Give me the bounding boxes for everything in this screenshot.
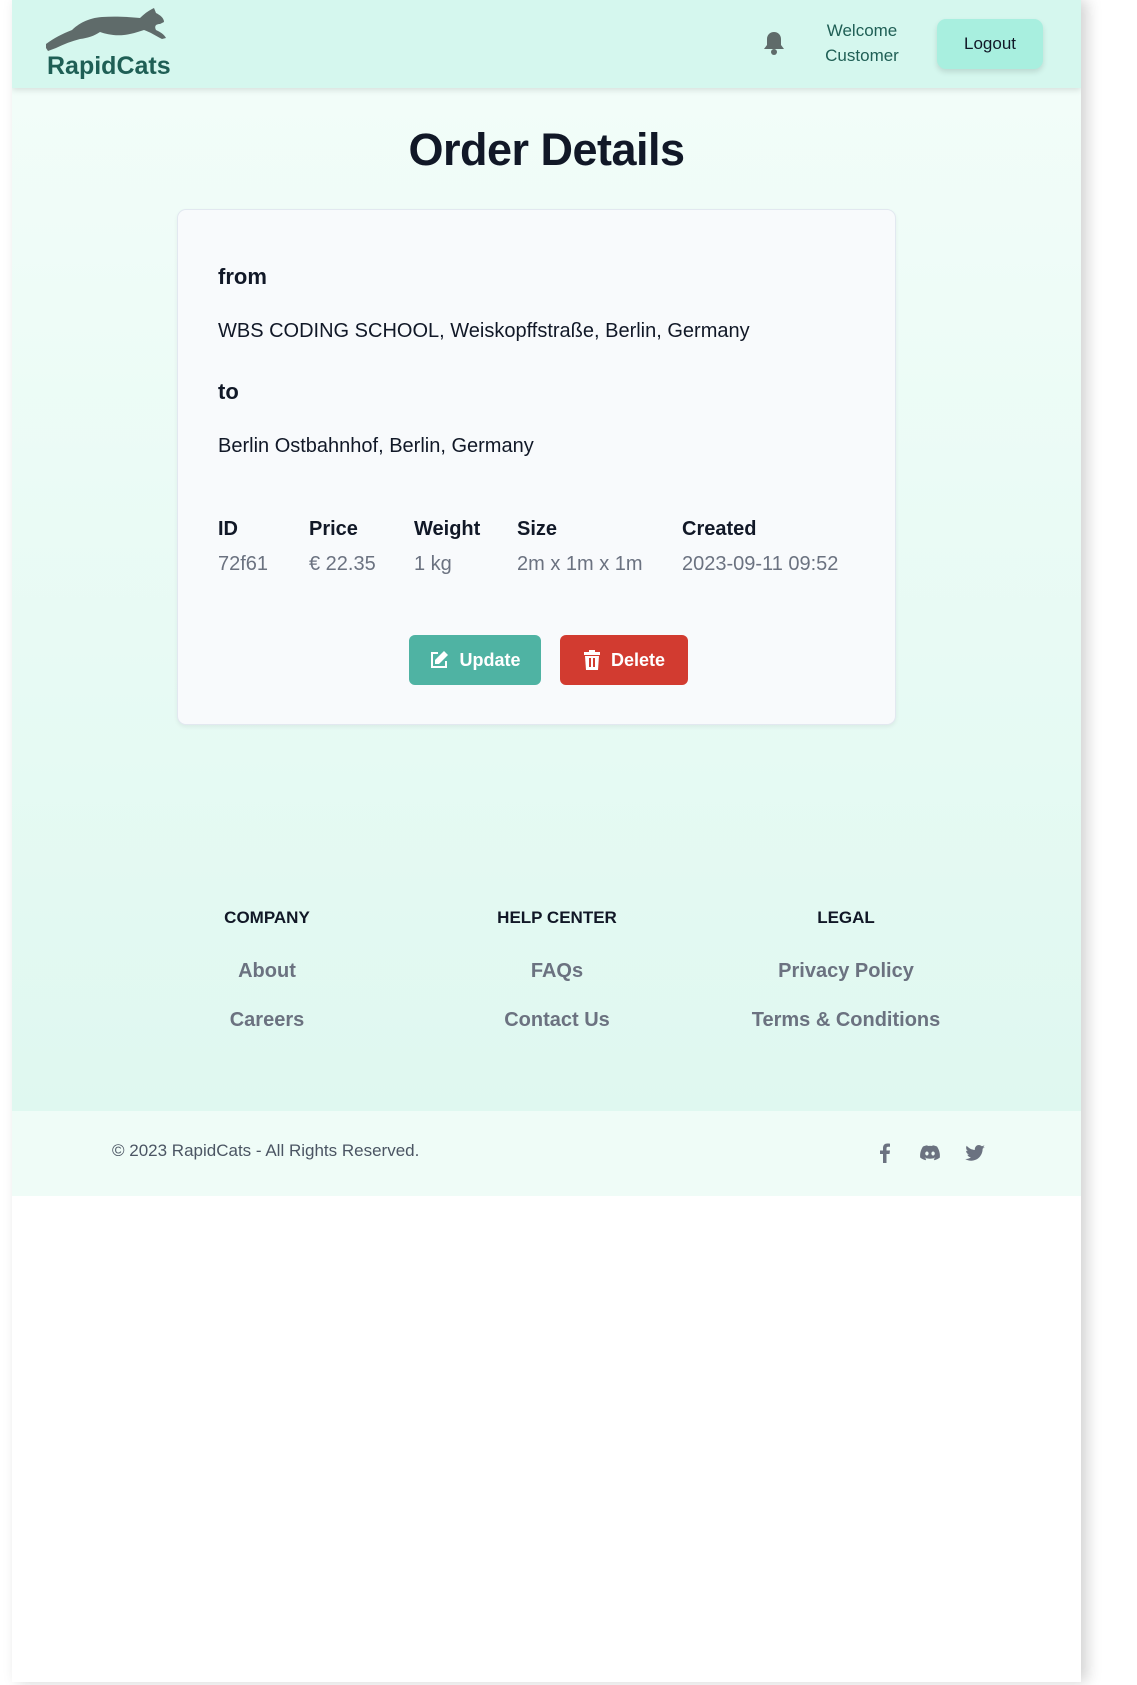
- footer-link-contact-us[interactable]: Contact Us: [407, 1009, 707, 1032]
- update-label: Update: [459, 649, 521, 670]
- from-label: from: [218, 264, 267, 289]
- detail-value: 72f61: [218, 553, 269, 575]
- page-title: Order Details: [408, 124, 685, 175]
- copyright-text: © 2023 RapidCats - All Rights Reserved.: [112, 1141, 420, 1160]
- header: RapidCats Welcome Customer Logout: [12, 0, 1081, 88]
- footer-heading: LEGAL: [817, 908, 875, 927]
- to-address: Berlin Ostbahnhof, Berlin, Germany: [218, 435, 534, 457]
- leaping-cat-icon: [46, 8, 166, 51]
- footer-heading: HELP CENTER: [497, 908, 617, 927]
- main-content: Order Details from WBS CODING SCHOOL, We…: [12, 88, 1081, 1111]
- detail-header: Size: [517, 518, 558, 540]
- detail-header: Created: [682, 518, 757, 540]
- detail-value: 1 kg: [414, 553, 452, 575]
- detail-value: € 22.35: [309, 553, 376, 575]
- footer-column-company: COMPANY About Careers: [117, 908, 417, 1032]
- to-label: to: [218, 379, 239, 404]
- footer-link-about[interactable]: About: [117, 960, 417, 983]
- logo[interactable]: RapidCats: [42, 8, 172, 82]
- footer-link-faqs[interactable]: FAQs: [407, 960, 707, 983]
- footer-link-terms[interactable]: Terms & Conditions: [696, 1009, 996, 1032]
- order-card: from WBS CODING SCHOOL, Weiskopffstraße,…: [177, 209, 896, 725]
- detail-size: Size 2m x 1m x 1m: [517, 518, 643, 576]
- edit-icon: [431, 651, 449, 668]
- facebook-icon[interactable]: [873, 1141, 897, 1165]
- page: RapidCats Welcome Customer Logout Order …: [12, 0, 1081, 1682]
- detail-id: ID 72f61: [218, 518, 268, 576]
- detail-value: 2m x 1m x 1m: [517, 553, 643, 575]
- update-button[interactable]: Update: [409, 635, 541, 685]
- from-address: WBS CODING SCHOOL, Weiskopffstraße, Berl…: [218, 320, 750, 342]
- delete-button[interactable]: Delete: [560, 635, 688, 685]
- footer-column-help-center: HELP CENTER FAQs Contact Us: [407, 908, 707, 1032]
- bell-icon[interactable]: [762, 30, 786, 56]
- delete-label: Delete: [610, 649, 666, 670]
- discord-icon[interactable]: [918, 1141, 942, 1165]
- detail-weight: Weight 1 kg: [414, 518, 480, 576]
- user-role: Customer: [825, 46, 899, 65]
- welcome-text: Welcome Customer: [812, 18, 912, 68]
- welcome-line: Welcome: [826, 21, 898, 40]
- twitter-icon[interactable]: [963, 1141, 987, 1165]
- detail-value: 2023-09-11 09:52: [682, 553, 839, 575]
- logout-button[interactable]: Logout: [937, 19, 1043, 69]
- footer-heading: COMPANY: [224, 908, 310, 927]
- trash-icon: [583, 650, 600, 670]
- brand-name: RapidCats: [47, 52, 171, 80]
- footer-link-careers[interactable]: Careers: [117, 1009, 417, 1032]
- detail-header: Weight: [414, 518, 481, 540]
- detail-price: Price € 22.35: [309, 518, 376, 576]
- footer-column-legal: LEGAL Privacy Policy Terms & Conditions: [696, 908, 996, 1032]
- footer-bottom: © 2023 RapidCats - All Rights Reserved.: [12, 1111, 1081, 1196]
- detail-created: Created 2023-09-11 09:52: [682, 518, 838, 576]
- footer-link-privacy-policy[interactable]: Privacy Policy: [696, 960, 996, 983]
- detail-header: ID: [218, 518, 238, 540]
- detail-header: Price: [309, 518, 358, 540]
